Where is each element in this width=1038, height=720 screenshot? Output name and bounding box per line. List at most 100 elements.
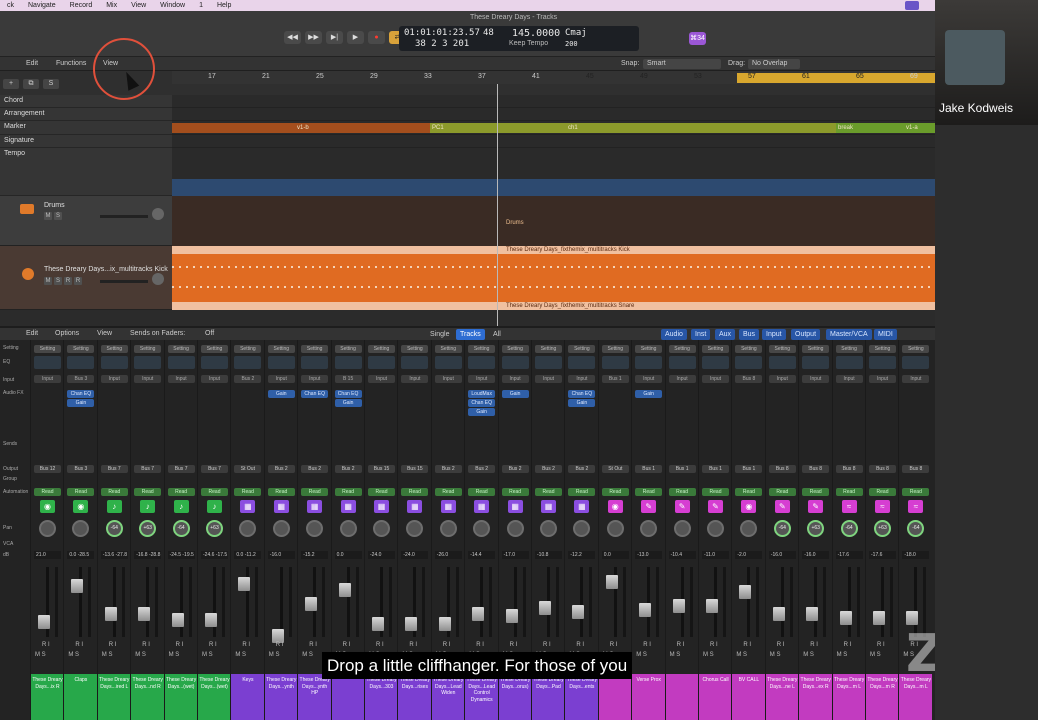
eq-thumbnail[interactable]	[668, 356, 696, 369]
automation-mode[interactable]: Read	[468, 488, 496, 496]
pan-knob[interactable]: +63	[807, 520, 825, 537]
eq-thumbnail[interactable]	[601, 356, 629, 369]
input-slot[interactable]: Bus 1	[601, 375, 629, 383]
volume-fader[interactable]	[672, 599, 685, 613]
setting-button[interactable]: Setting	[668, 345, 696, 353]
volume-readout[interactable]: -10.4	[668, 551, 696, 559]
menu-navigate[interactable]: Navigate	[21, 2, 63, 9]
volume-readout[interactable]: -18.0	[902, 551, 930, 559]
mixer-options-menu[interactable]: Options	[55, 330, 79, 337]
chord-lane[interactable]	[172, 95, 935, 108]
edit-menu[interactable]: Edit	[26, 60, 38, 67]
automation-mode[interactable]: Read	[501, 488, 529, 496]
eq-thumbnail[interactable]	[568, 356, 596, 369]
input-slot[interactable]: Input	[267, 375, 295, 383]
setting-button[interactable]: Setting	[702, 345, 729, 353]
eq-thumbnail[interactable]	[201, 356, 228, 369]
setting-button[interactable]: Setting	[635, 345, 663, 353]
plugin-slot[interactable]: Chan EQ	[468, 399, 496, 407]
pan-knob[interactable]	[373, 520, 390, 537]
automation-mode[interactable]: Read	[234, 488, 262, 496]
mute-solo-buttons[interactable]: M S	[35, 652, 46, 658]
pan-knob[interactable]	[540, 520, 557, 537]
automation-mode[interactable]: Read	[401, 488, 429, 496]
functions-menu[interactable]: Functions	[56, 60, 86, 67]
read-input-buttons[interactable]: R I	[576, 642, 584, 648]
volume-readout[interactable]: 0.0	[334, 551, 362, 559]
pan-knob[interactable]: -64	[773, 520, 791, 537]
pan-knob[interactable]	[640, 520, 658, 537]
pan-knob[interactable]	[152, 273, 164, 285]
input-slot[interactable]: B 15	[334, 375, 362, 383]
read-input-buttons[interactable]: R I	[42, 642, 50, 648]
menu-item[interactable]: ck	[0, 2, 21, 9]
output-slot[interactable]: Bus 2	[301, 465, 329, 473]
plugin-slot[interactable]: Chan EQ	[301, 390, 329, 398]
volume-readout[interactable]: -15.2	[301, 551, 329, 559]
menu-view[interactable]: View	[124, 2, 153, 9]
mute-solo-read-record[interactable]: MSRR	[44, 277, 84, 285]
mute-solo-buttons[interactable]: M S	[736, 652, 747, 658]
output-slot[interactable]: Bus 8	[768, 465, 796, 473]
read-input-buttons[interactable]: R I	[643, 642, 651, 648]
setting-button[interactable]: Setting	[201, 345, 228, 353]
eq-thumbnail[interactable]	[134, 356, 162, 369]
pan-knob[interactable]	[339, 520, 357, 537]
output-slot[interactable]: St Out	[234, 465, 262, 473]
volume-fader[interactable]	[372, 617, 384, 631]
output-slot[interactable]: Bus 1	[735, 465, 763, 473]
view-single[interactable]: Single	[426, 329, 453, 340]
pan-knob[interactable]: -64	[172, 520, 190, 537]
output-slot[interactable]: Bus 2	[434, 465, 462, 473]
setting-button[interactable]: Setting	[869, 345, 896, 353]
drag-dropdown[interactable]: No Overlap	[748, 59, 800, 69]
input-slot[interactable]: Input	[201, 375, 228, 383]
filter-aux[interactable]: Aux	[715, 329, 736, 340]
view-tracks[interactable]: Tracks	[456, 329, 485, 340]
automation-mode[interactable]: Read	[201, 488, 228, 496]
mute-solo-buttons[interactable]: M S	[302, 652, 313, 658]
pan-knob[interactable]	[406, 520, 424, 537]
automation-mode[interactable]: Read	[835, 488, 863, 496]
automation-mode[interactable]: Read	[702, 488, 729, 496]
volume-fader[interactable]	[438, 617, 451, 631]
marker-lane[interactable]: v1-b PC1 ch1 break v1-a	[172, 121, 935, 135]
read-input-buttons[interactable]: R I	[610, 642, 618, 648]
volume-fader[interactable]	[739, 585, 752, 599]
output-slot[interactable]: Bus 1	[635, 465, 663, 473]
read-input-buttons[interactable]: R I	[176, 642, 184, 648]
input-slot[interactable]: Input	[869, 375, 896, 383]
setting-button[interactable]: Setting	[835, 345, 863, 353]
go-to-start-button[interactable]: ▶|	[326, 31, 343, 44]
duplicate-track-button[interactable]: ⧉	[23, 79, 39, 89]
output-slot[interactable]: Bus 1	[702, 465, 729, 473]
pan-knob[interactable]	[673, 520, 691, 537]
volume-readout[interactable]: -17.6	[869, 551, 896, 559]
volume-readout[interactable]: -16.0	[768, 551, 796, 559]
read-input-buttons[interactable]: R I	[409, 642, 417, 648]
automation-mode[interactable]: Read	[568, 488, 596, 496]
setting-button[interactable]: Setting	[902, 345, 930, 353]
read-input-buttons[interactable]: R I	[543, 642, 551, 648]
automation-mode[interactable]: Read	[668, 488, 696, 496]
mute-solo-buttons[interactable]: M S	[870, 652, 881, 658]
input-slot[interactable]: Input	[301, 375, 329, 383]
read-input-buttons[interactable]: R I	[109, 642, 117, 648]
output-slot[interactable]: Bus 8	[835, 465, 863, 473]
mute-solo-buttons[interactable]: M S	[235, 652, 246, 658]
volume-readout[interactable]: -12.2	[568, 551, 596, 559]
marker-region[interactable]: v1-b	[295, 123, 430, 133]
setting-button[interactable]: Setting	[100, 345, 128, 353]
filter-bus[interactable]: Bus	[739, 329, 760, 340]
setting-button[interactable]: Setting	[368, 345, 395, 353]
eq-thumbnail[interactable]	[802, 356, 830, 369]
volume-readout[interactable]: 21.0	[34, 551, 61, 559]
menu-record[interactable]: Record	[63, 2, 100, 9]
eq-thumbnail[interactable]	[368, 356, 395, 369]
view-all[interactable]: All	[489, 329, 505, 340]
mute-solo-buttons[interactable]: M S	[102, 652, 113, 658]
pan-knob[interactable]	[272, 520, 290, 537]
mixer-view-menu[interactable]: View	[97, 330, 112, 337]
read-input-buttons[interactable]: R I	[376, 642, 384, 648]
input-slot[interactable]: Input	[568, 375, 596, 383]
